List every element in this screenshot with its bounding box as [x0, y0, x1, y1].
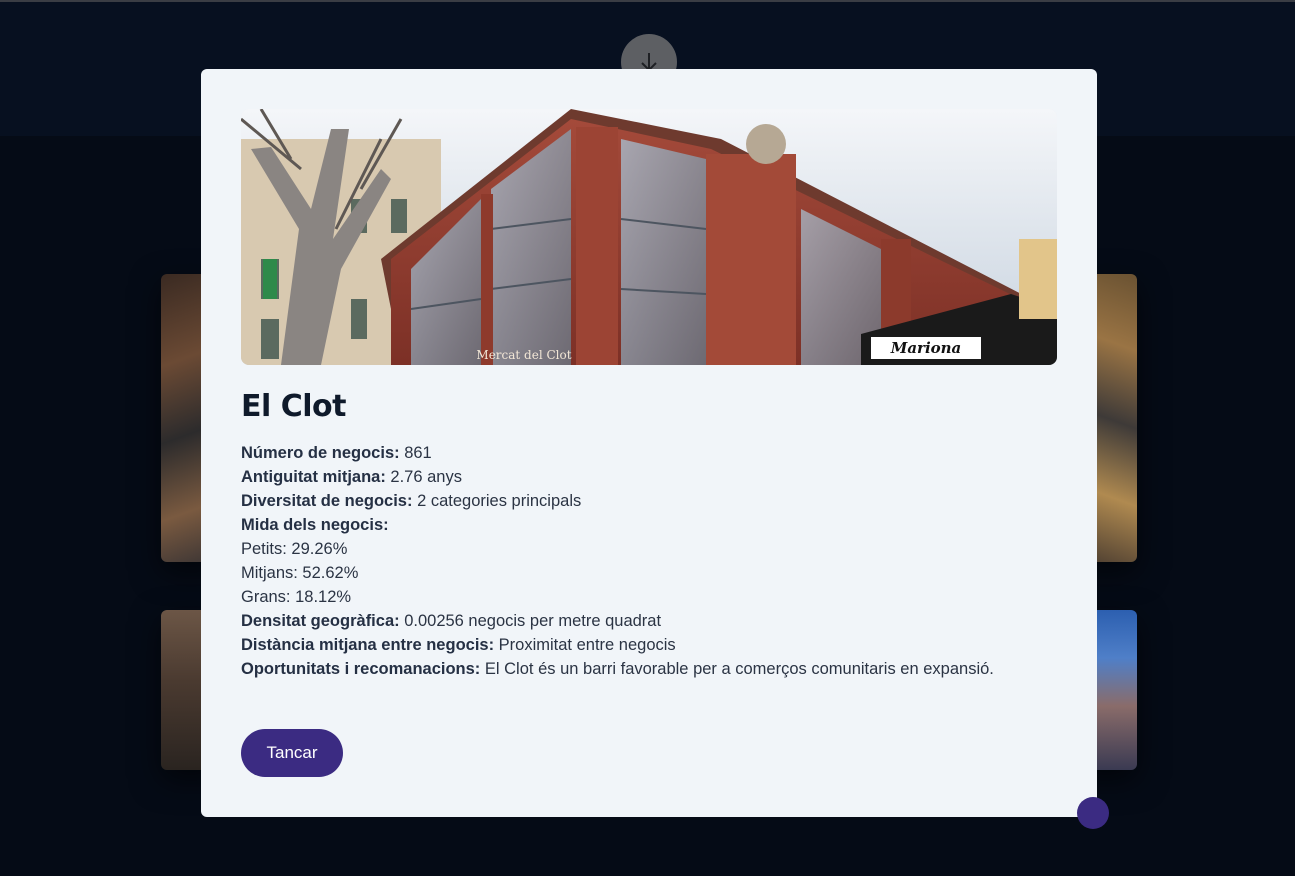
size-small: Petits: 29.26% — [241, 540, 348, 558]
info-value: El Clot és un barri favorable per a come… — [480, 660, 994, 678]
info-label: Densitat geogràfica: — [241, 612, 400, 630]
neighborhood-title: El Clot — [241, 389, 346, 424]
info-row-business-count: Número de negocis: 861 — [241, 441, 1057, 465]
market-sign-text: Mercat del Clot — [476, 348, 571, 362]
size-medium: Mitjans: 52.62% — [241, 564, 359, 582]
info-value: 2 categories principals — [412, 492, 582, 510]
info-value: 2.76 anys — [385, 468, 462, 486]
info-label: Diversitat de negocis: — [241, 492, 413, 510]
info-label: Oportunitats i recomanacions: — [241, 660, 481, 678]
info-row-average-age: Antiguitat mitjana: 2.76 anys — [241, 465, 1057, 489]
floating-action-button[interactable] — [1077, 797, 1109, 829]
info-row-diversity: Diversitat de negocis: 2 categories prin… — [241, 489, 1057, 513]
info-value: 861 — [399, 444, 432, 462]
info-label: Mida dels negocis: — [241, 516, 389, 534]
neighborhood-modal: Mariona Mercat del Clot El Clot Número d… — [201, 69, 1097, 817]
info-label: Antiguitat mitjana: — [241, 468, 386, 486]
close-button[interactable]: Tancar — [241, 729, 343, 777]
info-row-opportunities: Oportunitats i recomanacions: El Clot és… — [241, 657, 1057, 681]
info-value: 0.00256 negocis per metre quadrat — [399, 612, 662, 630]
info-label: Distància mitjana entre negocis: — [241, 636, 495, 654]
info-row-business-size: Mida dels negocis: — [241, 513, 1057, 537]
info-row-distance: Distància mitjana entre negocis: Proximi… — [241, 633, 1057, 657]
info-row-density: Densitat geogràfica: 0.00256 negocis per… — [241, 609, 1057, 633]
info-value: Proximitat entre negocis — [494, 636, 676, 654]
shop-sign-text: Mariona — [890, 339, 962, 357]
neighborhood-info: Número de negocis: 861 Antiguitat mitjan… — [241, 441, 1057, 681]
neighborhood-photo: Mariona Mercat del Clot — [241, 109, 1057, 365]
size-large: Grans: 18.12% — [241, 588, 352, 606]
info-label: Número de negocis: — [241, 444, 400, 462]
